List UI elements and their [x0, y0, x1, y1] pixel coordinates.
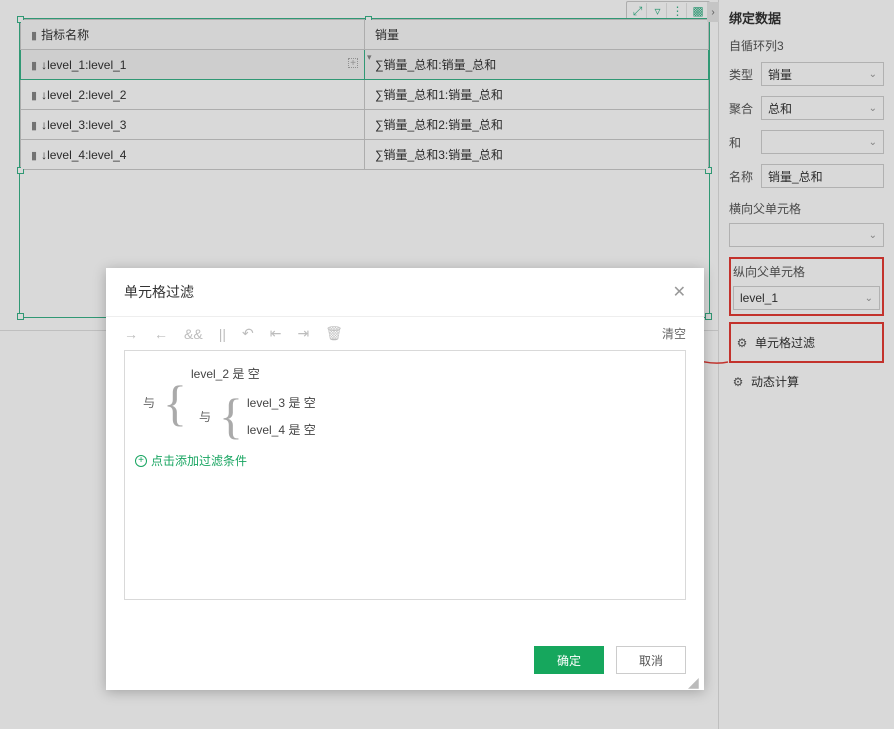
tree-children: level_2 是 空 与 { level_3 是 空 level_4 是 空	[187, 361, 316, 444]
brace-icon: {	[219, 390, 243, 442]
undo-icon[interactable]: ↶	[242, 325, 254, 342]
arrow-left-icon[interactable]: ←	[154, 326, 168, 342]
brace-icon: {	[163, 361, 187, 444]
and-operator-icon[interactable]: &&	[184, 326, 203, 342]
modal-overlay: 单元格过滤 ✕ → ← && || ↶ ⇤ ⇥ 🗑 清空 与 { level_2…	[0, 0, 894, 729]
plus-icon: +	[135, 455, 147, 467]
dialog-title: 单元格过滤	[124, 282, 194, 302]
operator-and: 与	[191, 390, 219, 442]
or-operator-icon[interactable]: ||	[219, 326, 226, 342]
ok-button[interactable]: 确定	[534, 646, 604, 674]
close-icon[interactable]: ✕	[673, 282, 686, 302]
tree-nested: 与 { level_3 是 空 level_4 是 空	[191, 390, 316, 442]
dialog-footer: 确定 取消 ◢	[106, 634, 704, 690]
dialog-header: 单元格过滤 ✕	[106, 268, 704, 317]
toolbar-left: → ← && || ↶ ⇤ ⇥ 🗑	[124, 325, 343, 342]
arrow-right-icon[interactable]: →	[124, 326, 138, 342]
cancel-button[interactable]: 取消	[616, 646, 686, 674]
cell-filter-dialog: 单元格过滤 ✕ → ← && || ↶ ⇤ ⇥ 🗑 清空 与 { level_2…	[106, 268, 704, 690]
outdent-icon[interactable]: ⇤	[270, 325, 282, 342]
operator-and: 与	[135, 361, 163, 444]
add-condition-label: 点击添加过滤条件	[151, 452, 247, 469]
condition[interactable]: level_4 是 空	[247, 419, 316, 440]
condition[interactable]: level_2 是 空	[191, 363, 316, 384]
dialog-resize-handle[interactable]: ◢	[688, 674, 700, 686]
indent-icon[interactable]: ⇥	[297, 325, 309, 342]
tree-root: 与 { level_2 是 空 与 { level_3 是 空 level_4 …	[135, 361, 675, 444]
tree-children: level_3 是 空 level_4 是 空	[243, 390, 316, 442]
condition[interactable]: level_3 是 空	[247, 392, 316, 413]
clear-button[interactable]: 清空	[662, 325, 686, 342]
add-condition-button[interactable]: + 点击添加过滤条件	[135, 452, 675, 469]
dialog-toolbar: → ← && || ↶ ⇤ ⇥ 🗑 清空	[106, 317, 704, 346]
filter-tree: 与 { level_2 是 空 与 { level_3 是 空 level_4 …	[124, 350, 686, 600]
trash-icon[interactable]: 🗑	[325, 325, 343, 342]
